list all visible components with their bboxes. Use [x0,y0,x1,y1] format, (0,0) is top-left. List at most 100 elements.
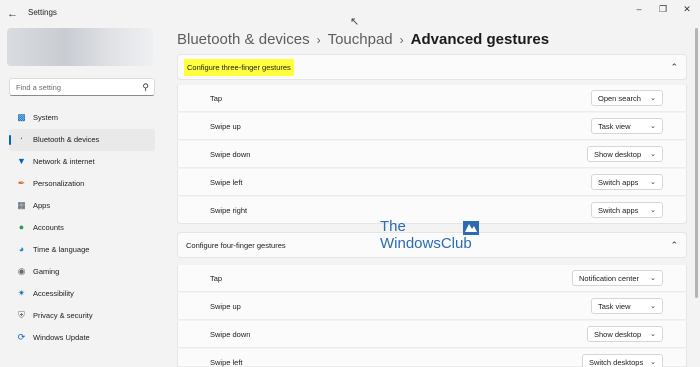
breadcrumb-bluetooth-devices[interactable]: Bluetooth & devices [177,31,310,48]
sidebar-item-label: System [33,113,59,122]
dropdown-value: Task view [598,302,631,311]
gesture-row: Swipe down Show desktop ⌄ [177,321,687,348]
gesture-row: Swipe down Show desktop ⌄ [177,141,687,168]
gesture-dropdown[interactable]: Open search ⌄ [591,90,663,106]
globe-clock-icon: ◕ [18,244,25,254]
sidebar-item-label: Accounts [33,223,64,232]
sidebar-item-apps[interactable]: ▦ Apps [9,195,155,217]
gesture-row: Tap Open search ⌄ [177,85,687,112]
gesture-dropdown[interactable]: Notification center ⌄ [572,270,663,286]
dropdown-value: Switch desktops [589,358,644,367]
chevron-up-icon[interactable]: ⌃ [670,240,678,251]
gesture-label: Swipe up [210,302,241,311]
gesture-label: Swipe left [210,358,243,367]
breadcrumb-touchpad[interactable]: Touchpad [328,31,393,48]
accessibility-icon: ✴ [17,288,26,298]
chevron-down-icon: ⌄ [650,275,656,282]
breadcrumb: Bluetooth & devices › Touchpad › Advanced ge… [177,31,549,48]
brush-icon: ✒ [17,178,26,188]
dropdown-value: Task view [598,122,631,131]
gesture-label: Tap [210,94,223,103]
chevron-down-icon: ⌄ [650,359,656,366]
dropdown-value: Show desktop [594,330,642,339]
search-icon[interactable]: ⚲ [142,82,149,93]
sidebar-item-gaming[interactable]: ◉ Gaming [9,261,155,283]
update-icon: ⟳ [17,332,26,342]
gesture-row: Tap Notification center ⌄ [177,265,687,292]
chevron-right-icon: › [316,33,321,47]
chevron-down-icon: ⌄ [650,331,656,338]
gesture-label: Swipe down [210,330,251,339]
minimize-icon[interactable]: – [633,4,645,14]
gesture-dropdown[interactable]: Show desktop ⌄ [587,326,663,342]
monitor-icon: ▩ [17,112,26,122]
sidebar-item-label: Windows Update [33,333,90,342]
search-placeholder: Find a setting [16,83,62,92]
chevron-down-icon: ⌄ [650,179,656,186]
gesture-dropdown[interactable]: Switch apps ⌄ [591,202,663,218]
gesture-label: Swipe down [210,150,251,159]
gesture-row: Swipe left Switch apps ⌄ [177,169,687,196]
search-input[interactable]: Find a setting ⚲ [9,78,155,96]
chevron-down-icon: ⌄ [650,123,656,130]
sidebar-item-network[interactable]: ▼ Network & internet [9,151,155,173]
gesture-dropdown[interactable]: Switch apps ⌄ [591,174,663,190]
gesture-row: Swipe up Task view ⌄ [177,293,687,320]
sidebar-item-personalization[interactable]: ✒ Personalization [9,173,155,195]
mouse-cursor-icon: ↖ [350,16,360,28]
gesture-label: Swipe up [210,122,241,131]
sidebar-item-accounts[interactable]: ● Accounts [9,217,155,239]
shield-icon: ⛨ [18,310,25,320]
sidebar-item-time-language[interactable]: ◕ Time & language [9,239,155,261]
three-finger-group-header[interactable]: Configure three-finger gestures ⌃ [177,54,687,80]
gesture-dropdown[interactable]: Show desktop ⌄ [587,146,663,162]
chevron-right-icon: › [399,33,404,47]
watermark-line2: WindowsClub [380,235,472,252]
gesture-label: Swipe left [210,178,243,187]
sidebar-item-bluetooth-devices[interactable]: ᛫ Bluetooth & devices [9,129,155,151]
gesture-dropdown[interactable]: Switch desktops ⌄ [582,354,663,367]
chevron-up-icon[interactable]: ⌃ [670,62,678,73]
gesture-label: Swipe right [210,206,248,215]
gesture-dropdown[interactable]: Task view ⌄ [591,118,663,134]
close-icon[interactable]: ✕ [681,4,693,14]
scrollbar[interactable] [695,28,698,298]
sidebar-item-label: Time & language [33,245,90,254]
account-profile-blurred[interactable] [7,28,153,66]
chevron-down-icon: ⌄ [650,207,656,214]
person-icon: ● [18,222,25,232]
sidebar-item-windows-update[interactable]: ⟳ Windows Update [9,327,155,349]
sidebar-item-label: Gaming [33,267,60,276]
sidebar-item-label: Bluetooth & devices [33,135,100,144]
watermark: The WindowsClub [380,218,472,252]
sidebar-item-privacy-security[interactable]: ⛨ Privacy & security [9,305,155,327]
bluetooth-icon: ᛫ [18,134,25,144]
sidebar-item-label: Apps [33,201,51,210]
dropdown-value: Open search [598,94,641,103]
sidebar-item-label: Accessibility [33,289,74,298]
dropdown-value: Notification center [579,274,640,283]
sidebar-item-system[interactable]: ▩ System [9,107,155,129]
apps-icon: ▦ [17,200,26,210]
group-title: Configure four-finger gestures [186,241,286,250]
gesture-row: Swipe left Switch desktops ⌄ [177,349,687,367]
dropdown-value: Switch apps [598,206,639,215]
maximize-icon[interactable]: ❐ [657,4,669,14]
watermark-line1: The [380,218,406,235]
dropdown-value: Switch apps [598,178,639,187]
group-title: Configure three-finger gestures [184,59,294,76]
dropdown-value: Show desktop [594,150,642,159]
gesture-label: Tap [210,274,223,283]
gesture-dropdown[interactable]: Task view ⌄ [591,298,663,314]
sidebar-nav: ▩ System ᛫ Bluetooth & devices ▼ Network… [9,107,155,349]
arrow-left-icon[interactable]: ← [7,8,21,20]
controller-icon: ◉ [17,266,26,276]
sidebar-item-accessibility[interactable]: ✴ Accessibility [9,283,155,305]
wifi-icon: ▼ [17,156,26,166]
sidebar-item-label: Privacy & security [33,311,93,320]
sidebar-item-label: Personalization [33,179,85,188]
chevron-down-icon: ⌄ [650,303,656,310]
page-title: Advanced gestures [410,31,550,48]
sidebar-item-label: Network & internet [33,157,95,166]
chevron-down-icon: ⌄ [650,151,656,158]
